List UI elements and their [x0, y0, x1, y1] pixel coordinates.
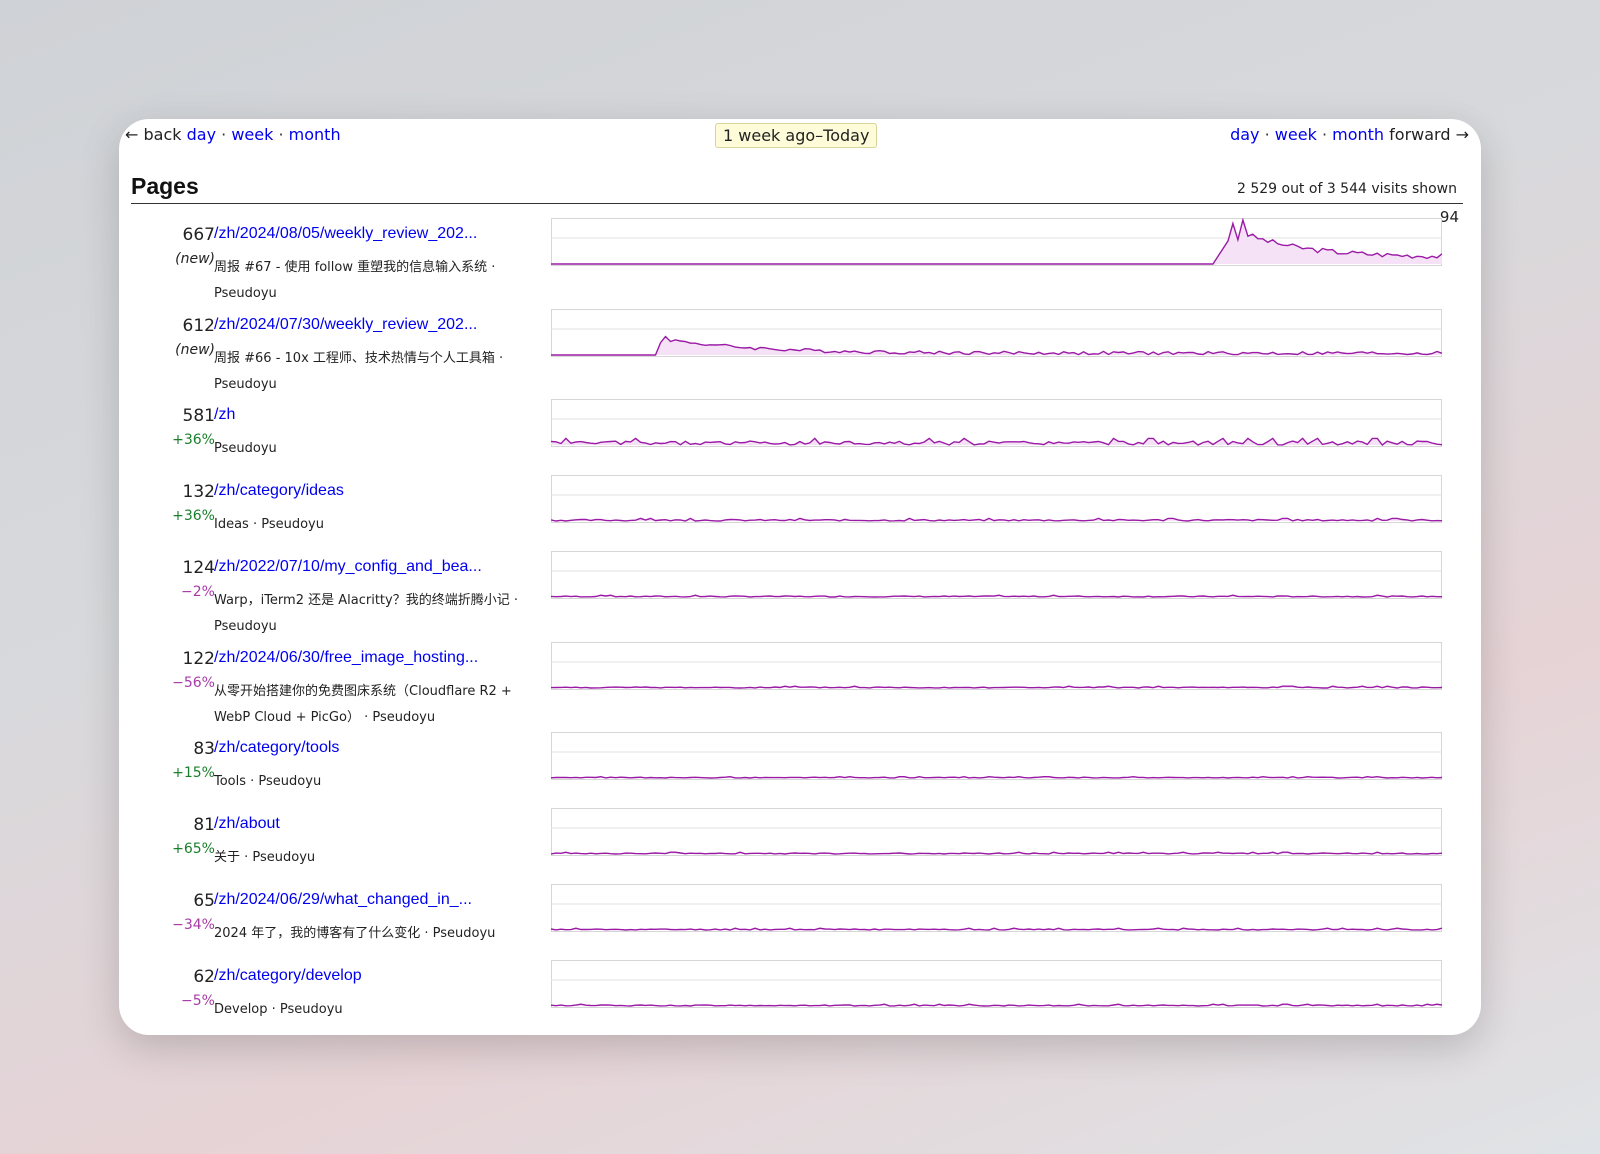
visit-count: 62 [193, 967, 215, 987]
pages-heading: Pages 2 529 out of 3 544 visits shown [131, 173, 1463, 204]
page-title-description: 从零开始搭建你的免费图床系统（Cloudflare R2 + WebP Clou… [214, 684, 512, 725]
page-title-description: 周报 #66 - 10x 工程师、技术热情与个人工具箱 · Pseudoyu [214, 351, 504, 392]
visits-sparkline [551, 642, 1442, 690]
separator: · [221, 125, 227, 144]
sparkline-frame [551, 551, 1442, 599]
change-badge: (new) [175, 251, 215, 267]
sparkline-frame [551, 732, 1442, 780]
visits-sparkline [551, 475, 1442, 523]
visit-count: 124 [182, 558, 215, 578]
change-badge: +65% [172, 841, 215, 857]
sparkline-frame [551, 808, 1442, 856]
page-path-link[interactable]: /zh/2022/07/10/my_config_and_bea... [214, 558, 482, 576]
page-path-link[interactable]: /zh/2024/07/30/weekly_review_202... [214, 316, 477, 334]
page-path-link[interactable]: /zh/category/tools [214, 739, 339, 757]
sparkline-frame [551, 399, 1442, 447]
separator: · [1321, 125, 1328, 144]
sparkline-frame [551, 884, 1442, 932]
change-badge: −56% [172, 675, 215, 691]
visit-count: 65 [193, 891, 215, 911]
visit-count: 83 [193, 739, 215, 759]
nav-forward-group: day · week · month forward → [1230, 125, 1469, 144]
page-title-description: 周报 #67 - 使用 follow 重塑我的信息输入系统 · Pseudoyu [214, 260, 496, 301]
nav-back-group: ← back day · week · month [125, 125, 341, 144]
page-title-description: Pseudoyu [214, 441, 277, 456]
visit-count: 81 [193, 815, 215, 835]
change-badge: −34% [172, 917, 215, 933]
visit-count: 132 [182, 482, 215, 502]
stats-card: ← back day · week · month 1 week ago–Tod… [119, 119, 1481, 1035]
visit-count: 667 [182, 225, 215, 245]
page-path-link[interactable]: /zh/category/ideas [214, 482, 344, 500]
visits-shown-summary: 2 529 out of 3 544 visits shown [1236, 181, 1457, 197]
separator: · [1264, 125, 1270, 144]
visits-sparkline [551, 808, 1442, 856]
change-badge: −2% [181, 584, 215, 600]
visits-sparkline [551, 218, 1442, 266]
visits-sparkline [551, 399, 1442, 447]
page-path-link[interactable]: /zh/about [214, 815, 280, 833]
visit-count: 122 [182, 649, 215, 669]
page-path-link[interactable]: /zh/2024/06/30/free_image_hosting... [214, 649, 478, 667]
page-title-description: 2024 年了，我的博客有了什么变化 · Pseudoyu [214, 926, 496, 941]
sparkline-frame [551, 475, 1442, 523]
page-title-description: Develop · Pseudoyu [214, 1002, 343, 1017]
chart-max-value: 94 [1439, 208, 1459, 226]
page-title-description: Warp，iTerm2 还是 Alacritty？我的终端折腾小记 · Pseu… [214, 593, 518, 634]
page-title-description: Ideas · Pseudoyu [214, 517, 324, 532]
visit-count: 581 [182, 406, 215, 426]
back-label: ← back [125, 125, 182, 144]
forward-day-link[interactable]: day [1230, 125, 1259, 144]
back-day-link[interactable]: day [187, 125, 216, 144]
visits-sparkline [551, 960, 1442, 1008]
visit-count: 612 [182, 316, 215, 336]
change-badge: (new) [175, 342, 215, 358]
sparkline-frame [551, 960, 1442, 1008]
sparkline-frame [551, 642, 1442, 690]
page-path-link[interactable]: /zh/2024/08/05/weekly_review_202... [214, 225, 477, 243]
page-title-description: 关于 · Pseudoyu [214, 850, 316, 865]
visits-sparkline [551, 732, 1442, 780]
page-path-link[interactable]: /zh [214, 406, 235, 424]
visits-sparkline [551, 309, 1442, 357]
visits-sparkline [551, 551, 1442, 599]
change-badge: +36% [172, 508, 215, 524]
forward-label: forward → [1389, 125, 1469, 144]
visits-sparkline [551, 884, 1442, 932]
back-week-link[interactable]: week [231, 125, 273, 144]
change-badge: +15% [172, 765, 215, 781]
forward-month-link[interactable]: month [1332, 125, 1384, 144]
forward-week-link[interactable]: week [1275, 125, 1317, 144]
page-title-description: Tools · Pseudoyu [214, 774, 322, 789]
back-month-link[interactable]: month [289, 125, 341, 144]
period-navigation: ← back day · week · month 1 week ago–Tod… [125, 123, 1469, 153]
change-badge: +36% [172, 432, 215, 448]
page-path-link[interactable]: /zh/category/develop [214, 967, 362, 985]
separator: · [278, 125, 284, 144]
period-selector[interactable]: 1 week ago–Today [715, 123, 878, 148]
page-path-link[interactable]: /zh/2024/06/29/what_changed_in_... [214, 891, 472, 909]
change-badge: −5% [181, 993, 215, 1009]
